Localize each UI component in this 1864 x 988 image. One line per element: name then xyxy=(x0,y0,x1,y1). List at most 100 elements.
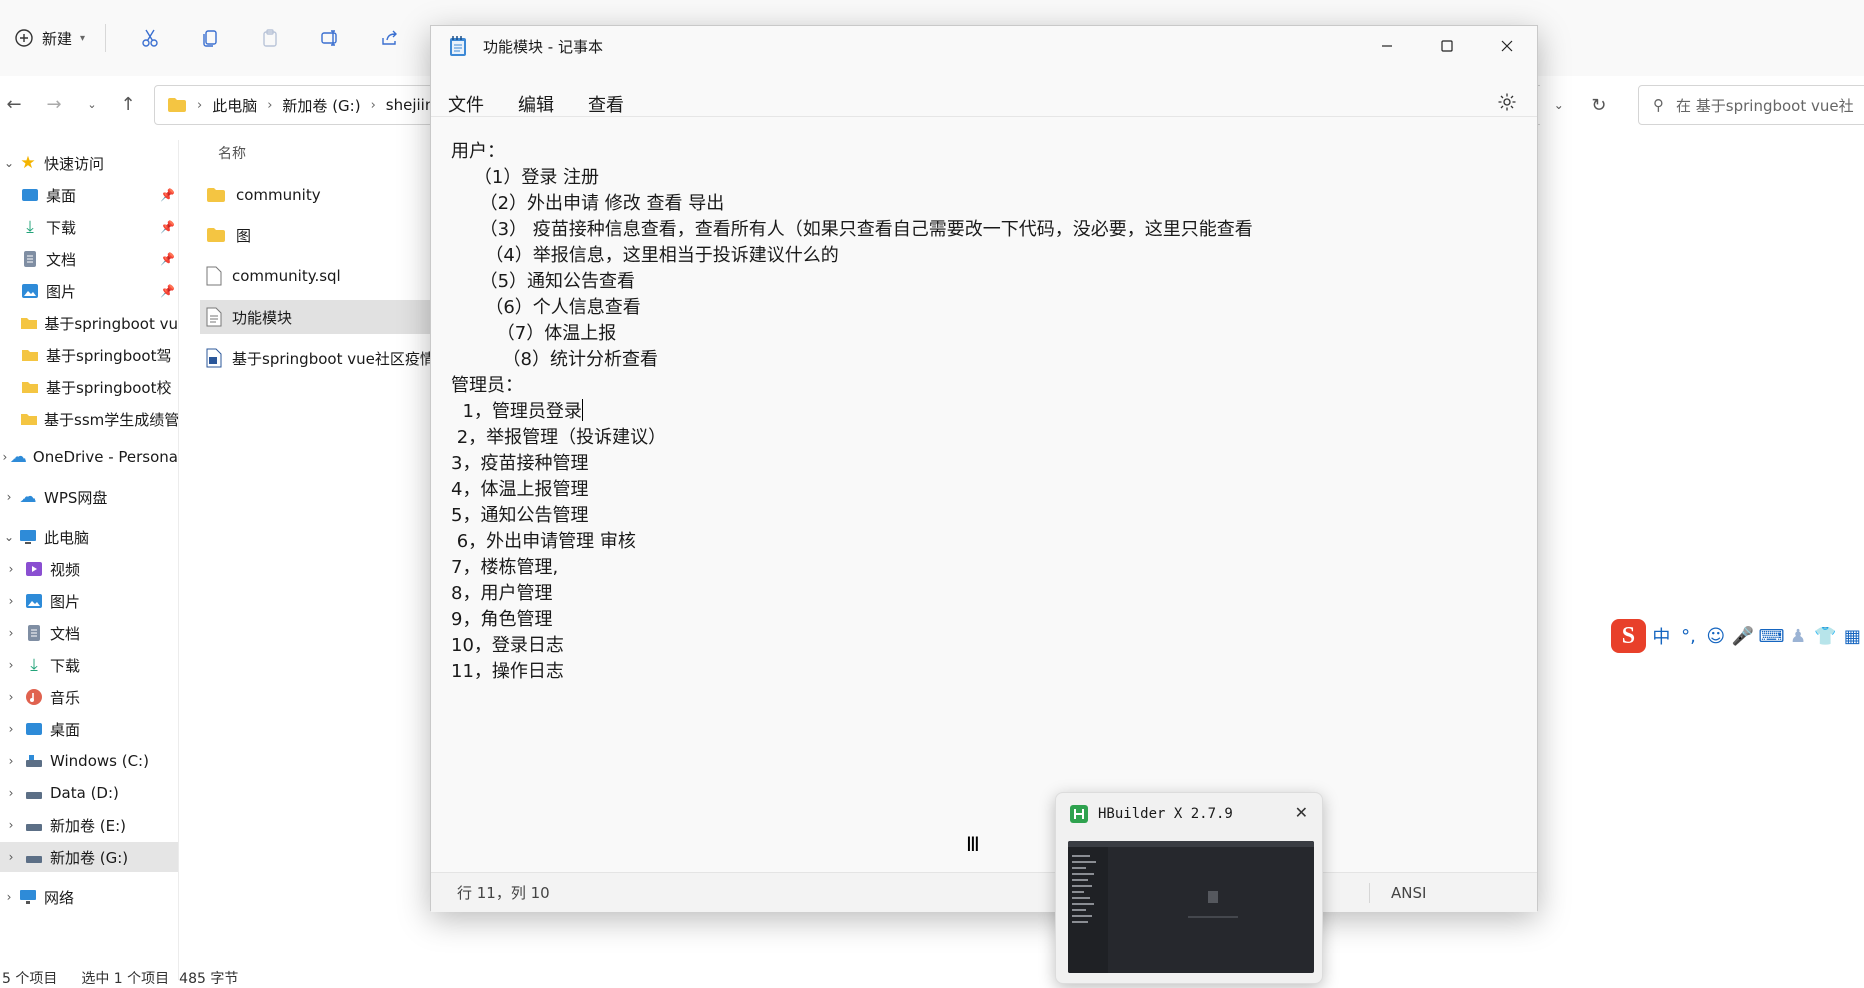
sidebar-item-label: 图片 xyxy=(46,282,77,301)
cut-button[interactable] xyxy=(120,20,180,56)
sidebar-item-label: 下载 xyxy=(46,218,77,237)
menu-view[interactable]: 查看 xyxy=(571,91,641,117)
file-row-folder[interactable]: 图 xyxy=(200,218,440,252)
folder-icon xyxy=(20,410,38,428)
sidebar-item-desktop[interactable]: 桌面 📌 xyxy=(0,180,178,210)
settings-button[interactable] xyxy=(1497,92,1517,116)
sidebar-item-wps[interactable]: › ☁ WPS网盘 xyxy=(0,482,178,512)
arrow-left-icon: ← xyxy=(6,93,22,115)
breadcrumb-folder[interactable]: shejiin xyxy=(386,96,435,114)
hard-drive-icon xyxy=(24,816,44,834)
history-dropdown-icon[interactable]: ⌄ xyxy=(1554,98,1564,112)
taskbar-thumbnail-preview[interactable]: HBuilder X 2.7.9 ✕ xyxy=(1055,792,1323,984)
new-button-label: 新建 xyxy=(42,29,73,48)
scissors-icon xyxy=(142,29,158,47)
picture-icon xyxy=(24,592,44,610)
plus-circle-icon xyxy=(15,29,33,47)
desktop-icon xyxy=(24,720,44,738)
user-icon[interactable]: ♟ xyxy=(1786,626,1809,647)
skin-icon[interactable]: 👕 xyxy=(1814,626,1837,647)
text-line: 10，登录日志 xyxy=(451,635,564,656)
sidebar-item-documents[interactable]: › 文档 xyxy=(0,618,178,648)
ime-punctuation-toggle[interactable]: °, xyxy=(1677,626,1700,647)
sidebar-item-drive-d[interactable]: › Data (D:) xyxy=(0,778,178,808)
close-button[interactable] xyxy=(1477,26,1537,66)
sidebar-item-downloads[interactable]: › ⤓ 下载 xyxy=(0,650,178,680)
maximize-button[interactable] xyxy=(1417,26,1477,66)
sidebar-item-quick-access[interactable]: ⌄ ★ 快速访问 xyxy=(0,148,178,178)
sidebar-item-label: 基于springboot校 xyxy=(46,378,172,397)
encoding-indicator[interactable]: ANSI xyxy=(1391,884,1426,902)
selection-count: 选中 1 个项目 xyxy=(81,971,170,987)
rename-button[interactable] xyxy=(300,20,360,56)
text-line: 用户： xyxy=(451,141,505,162)
breadcrumb-this-pc[interactable]: 此电脑 xyxy=(212,95,257,116)
recent-locations-button[interactable]: ⌄ xyxy=(78,90,106,118)
file-icon xyxy=(206,266,222,286)
sidebar-item-this-pc[interactable]: ⌄ 此电脑 xyxy=(0,522,178,552)
sidebar-item-label: 下载 xyxy=(50,656,81,675)
sidebar-item-drive-e[interactable]: › 新加卷 (E:) xyxy=(0,810,178,840)
arrow-right-icon: → xyxy=(46,93,62,115)
sidebar-item-onedrive[interactable]: › ☁ OneDrive - Persona xyxy=(0,442,178,472)
pin-icon[interactable]: 📌 xyxy=(160,284,175,298)
menu-file[interactable]: 文件 xyxy=(431,91,501,117)
menu-edit[interactable]: 编辑 xyxy=(501,91,571,117)
sidebar-item-pictures[interactable]: 图片 📌 xyxy=(0,276,178,306)
sidebar-item-folder[interactable]: 基于springboot驾 xyxy=(0,340,178,370)
sidebar-item-desktop[interactable]: › 桌面 xyxy=(0,714,178,744)
paste-button[interactable] xyxy=(240,20,300,56)
sidebar-item-music[interactable]: › 音乐 xyxy=(0,682,178,712)
toolbox-icon[interactable]: ▦ xyxy=(1841,626,1864,647)
file-row-sql[interactable]: community.sql xyxy=(200,259,440,293)
sidebar-item-folder[interactable]: 基于ssm学生成绩管 xyxy=(0,404,178,434)
network-icon xyxy=(18,888,38,906)
file-row-txt-selected[interactable]: 功能模块 xyxy=(200,300,440,334)
sidebar-item-folder[interactable]: 基于springboot校 xyxy=(0,372,178,402)
file-row-docx[interactable]: 基于springboot vue社区疫情 xyxy=(200,341,440,375)
download-icon: ⤓ xyxy=(26,217,34,237)
text-line: （2）外出申请 修改 查看 导出 xyxy=(451,193,725,214)
sidebar-item-folder[interactable]: 基于springboot vu xyxy=(0,308,178,338)
column-header-name[interactable]: 名称 xyxy=(218,143,246,163)
file-row-folder[interactable]: community xyxy=(200,178,440,212)
copy-button[interactable] xyxy=(180,20,240,56)
back-button[interactable]: ← xyxy=(0,90,28,118)
sidebar-item-drive-g[interactable]: › 新加卷 (G:) xyxy=(0,842,178,872)
pane-divider[interactable] xyxy=(178,140,179,980)
ime-toolbar: S 中 °, ☺ 🎤 ⌨ ♟ 👕 ▦ xyxy=(1611,619,1864,653)
ime-mode-toggle[interactable]: 中 xyxy=(1650,623,1673,649)
forward-button[interactable]: → xyxy=(40,90,68,118)
refresh-icon[interactable]: ↻ xyxy=(1591,95,1606,116)
title-bar[interactable]: 功能模块 - 记事本 xyxy=(431,26,1537,66)
sidebar-item-label: 基于springboot驾 xyxy=(46,346,172,365)
pin-icon[interactable]: 📌 xyxy=(160,188,175,202)
pin-icon[interactable]: 📌 xyxy=(160,220,175,234)
sidebar-item-downloads[interactable]: ⤓ 下载 📌 xyxy=(0,212,178,242)
text-editor-area[interactable]: 用户： （1）登录 注册 （2）外出申请 修改 查看 导出 （3） 疫苗接种信息… xyxy=(431,116,1537,871)
text-cursor-icon: Ⅲ xyxy=(966,832,980,856)
close-icon[interactable]: ✕ xyxy=(1295,803,1308,822)
picture-icon xyxy=(20,282,40,300)
sidebar-item-pictures[interactable]: › 图片 xyxy=(0,586,178,616)
emoji-icon[interactable]: ☺ xyxy=(1704,626,1727,647)
minimize-button[interactable] xyxy=(1357,26,1417,66)
search-input[interactable]: ⚲ 在 基于springboot vue社 xyxy=(1638,85,1864,125)
sidebar-item-drive-c[interactable]: › Windows (C:) xyxy=(0,746,178,776)
notepad-app-icon xyxy=(450,36,466,56)
sidebar-item-network[interactable]: › 网络 xyxy=(0,882,178,912)
share-button[interactable] xyxy=(360,20,420,56)
chevron-right-icon: › xyxy=(8,850,14,864)
sidebar-item-documents[interactable]: 文档 📌 xyxy=(0,244,178,274)
new-button[interactable]: 新建 ▾ xyxy=(8,20,91,56)
pin-icon[interactable]: 📌 xyxy=(160,252,175,266)
breadcrumb-drive-g[interactable]: 新加卷 (G:) xyxy=(282,95,360,116)
chevron-right-icon: › xyxy=(8,786,14,800)
microphone-icon[interactable]: 🎤 xyxy=(1731,626,1754,647)
keyboard-icon[interactable]: ⌨ xyxy=(1758,626,1784,647)
sogou-logo-icon[interactable]: S xyxy=(1611,619,1646,653)
text-line: 3，疫苗接种管理 xyxy=(451,453,589,474)
up-button[interactable]: ↑ xyxy=(114,90,142,118)
chevron-right-icon: › xyxy=(370,97,376,113)
sidebar-item-videos[interactable]: › 视频 xyxy=(0,554,178,584)
